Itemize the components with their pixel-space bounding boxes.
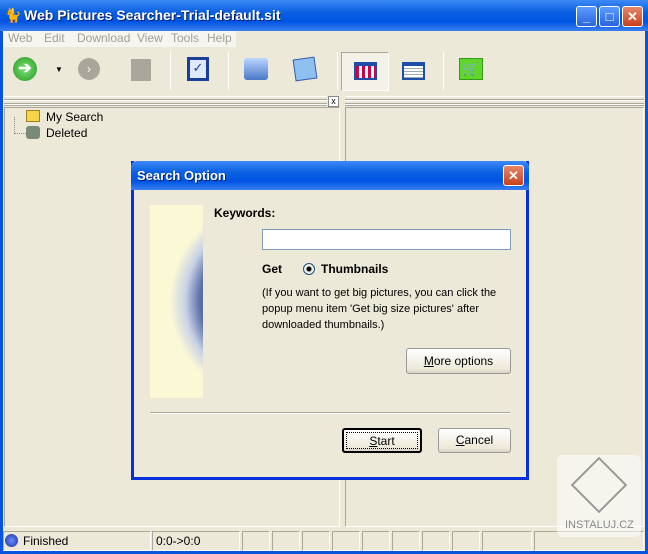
globe-icon bbox=[5, 534, 18, 547]
go-icon[interactable]: ➔ bbox=[13, 57, 37, 81]
menu-help[interactable]: Help bbox=[207, 31, 232, 45]
watermark-text: INSTALUJ.CZ bbox=[565, 519, 634, 531]
watermark-logo-icon bbox=[570, 456, 628, 514]
status-panel bbox=[452, 531, 480, 551]
status-panel bbox=[332, 531, 360, 551]
app-icon: 🐈 bbox=[4, 7, 22, 23]
toolbar-separator bbox=[170, 52, 171, 90]
right-pane-header bbox=[345, 96, 644, 106]
status-panel bbox=[422, 531, 450, 551]
status-text: Finished bbox=[3, 531, 151, 551]
status-panel bbox=[392, 531, 420, 551]
tree-item-my-search[interactable]: My Search bbox=[46, 110, 103, 124]
thumbnails-label[interactable]: Thumbnails bbox=[321, 262, 388, 276]
left-pane-header bbox=[4, 96, 327, 106]
dropdown-arrow-icon[interactable]: ▼ bbox=[55, 65, 63, 74]
start-label: tart bbox=[377, 434, 395, 448]
status-panel bbox=[242, 531, 270, 551]
menu-download[interactable]: Download bbox=[77, 31, 130, 45]
more-options-accel: M bbox=[423, 354, 434, 368]
menu-tools[interactable]: Tools bbox=[171, 31, 199, 45]
watermark: INSTALUJ.CZ bbox=[557, 455, 641, 537]
menu-web[interactable]: Web bbox=[8, 31, 32, 45]
status-panel bbox=[362, 531, 390, 551]
earth-image bbox=[150, 205, 203, 398]
stop-icon[interactable] bbox=[131, 59, 151, 81]
recycle-bin-icon bbox=[26, 126, 40, 139]
get-label: Get bbox=[262, 262, 283, 276]
edit-check-icon[interactable]: ✓ bbox=[187, 57, 209, 81]
close-button[interactable]: ✕ bbox=[622, 6, 643, 27]
window-title: Web Pictures Searcher-Trial-default.sit bbox=[24, 7, 281, 23]
cancel-label: ancel bbox=[464, 433, 494, 447]
keywords-label: Keywords: bbox=[214, 206, 276, 220]
dialog-close-button[interactable]: ✕ bbox=[503, 165, 524, 186]
tree-lines bbox=[14, 117, 26, 134]
thumbnails-radio[interactable] bbox=[303, 263, 315, 275]
folder-icon bbox=[26, 110, 40, 122]
minimize-button[interactable]: _ bbox=[576, 6, 597, 27]
map-icon[interactable] bbox=[292, 56, 318, 82]
menu-view[interactable]: View bbox=[137, 31, 163, 45]
status-range: 0:0->0:0 bbox=[152, 531, 240, 551]
start-button[interactable]: Start bbox=[342, 428, 422, 453]
status-panel bbox=[302, 531, 330, 551]
menu-edit[interactable]: Edit bbox=[44, 31, 65, 45]
keywords-input[interactable] bbox=[262, 229, 511, 250]
tree-item-deleted[interactable]: Deleted bbox=[46, 126, 87, 140]
status-panel bbox=[272, 531, 300, 551]
dialog-divider bbox=[150, 412, 510, 414]
forward-icon[interactable]: › bbox=[78, 58, 100, 80]
cart-icon[interactable]: 🛒 bbox=[459, 58, 483, 80]
dialog-title: Search Option bbox=[137, 168, 226, 183]
note-text: (If you want to get big pictures, you ca… bbox=[262, 287, 497, 331]
list-view-icon[interactable] bbox=[402, 62, 425, 80]
maximize-button[interactable]: □ bbox=[599, 6, 620, 27]
toolbar-separator bbox=[443, 52, 444, 90]
more-options-label: ore options bbox=[433, 354, 494, 368]
toolbar-separator bbox=[337, 52, 338, 90]
cancel-button[interactable]: Cancel bbox=[438, 428, 511, 453]
toolbar-separator bbox=[228, 52, 229, 90]
close-pane-icon[interactable]: x bbox=[328, 96, 339, 107]
more-options-button[interactable]: More options bbox=[406, 348, 511, 374]
status-panel bbox=[482, 531, 532, 551]
computer-icon[interactable] bbox=[244, 58, 268, 80]
thumbnail-view-icon bbox=[354, 62, 377, 80]
